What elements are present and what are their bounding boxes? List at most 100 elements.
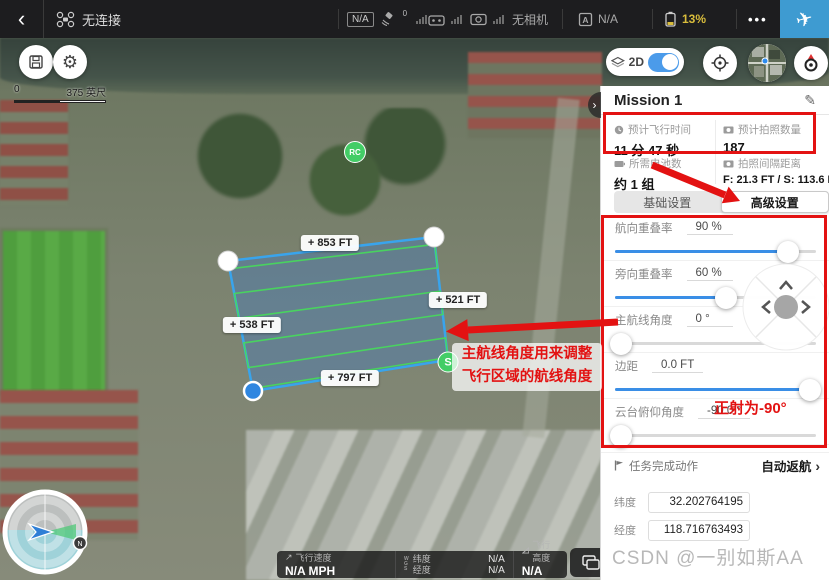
- slider-thumb[interactable]: [610, 425, 632, 447]
- compass-reset-button[interactable]: [794, 46, 828, 80]
- satellite-count: 0: [403, 9, 407, 18]
- flag-icon: [614, 460, 624, 471]
- lng-value: N/A: [488, 565, 505, 576]
- latitude-input[interactable]: 32.202764195: [648, 492, 750, 513]
- longitude-row: 经度 118.716763493: [601, 518, 829, 542]
- 2d-label: 2D: [629, 55, 644, 69]
- save-icon: [28, 54, 44, 70]
- edge-length-label-right: + 521 FT: [429, 292, 487, 308]
- locate-button[interactable]: [703, 46, 737, 80]
- edit-mission-icon[interactable]: ✎: [804, 92, 816, 109]
- telemetry-bar: ↗ 飞行速度 N/A MPH WGS 纬度N/A 经度N/A 飞行高度 N/A …: [277, 551, 567, 578]
- edge-length-label-top: + 853 FT: [301, 235, 359, 251]
- settings-button[interactable]: ⚙: [53, 45, 87, 79]
- edge-length-label-bottom: + 797 FT: [321, 370, 379, 386]
- slider-thumb[interactable]: [715, 287, 737, 309]
- svg-text:A: A: [582, 15, 588, 25]
- slider-thumb[interactable]: [799, 379, 821, 401]
- scale-distance-label: 375 英尺: [67, 84, 106, 99]
- camera-icon: [723, 125, 734, 134]
- aircraft-connection: 无连接: [56, 0, 121, 38]
- slider-value-field[interactable]: 0.0 FT: [652, 359, 703, 373]
- edge-length-label-left: + 538 FT: [223, 317, 281, 333]
- longitude-input[interactable]: 118.716763493: [648, 520, 750, 541]
- ellipsis-icon: •••: [748, 12, 768, 27]
- gear-icon: ⚙: [62, 52, 78, 73]
- altitude-readout: 飞行高度 N/A FT: [513, 551, 567, 578]
- speed-arrow-icon: ↗: [285, 552, 293, 563]
- slider-value-field[interactable]: 0 °: [687, 313, 733, 327]
- compass-icon: [801, 53, 821, 73]
- app-screen: + 853 FT + 521 FT + 538 FT + 797 FT RC S…: [0, 0, 829, 580]
- battery-cluster: 13%: [664, 0, 706, 38]
- connection-status: 无连接: [82, 10, 121, 29]
- mission-panel: › Mission 1 ✎ 预计飞行时间 11 分 47 秒: [600, 86, 829, 580]
- battery-icon: [614, 160, 625, 168]
- stat-battery-count: 所需电池数 约 1 组: [614, 156, 728, 193]
- slider-margin: 边距 0.0 FT: [601, 353, 829, 399]
- map-scale-bar: 0 375 英尺: [14, 84, 106, 103]
- gps-readout: WGS 纬度N/A 经度N/A: [395, 551, 513, 578]
- drone-icon: [56, 11, 75, 28]
- watermark: CSDN @一别如斯AA: [612, 543, 804, 570]
- tab-basic-settings[interactable]: 基础设置: [614, 191, 721, 213]
- airplane-icon: ✈: [793, 5, 816, 33]
- more-menu-button[interactable]: •••: [748, 0, 768, 38]
- map-terrain-patch: [0, 100, 68, 206]
- ortho-note: 正射为-90°: [714, 397, 787, 418]
- remote-controller-icon: [428, 13, 445, 26]
- slider-track[interactable]: [615, 388, 816, 391]
- latitude-row: 纬度 32.202764195: [601, 490, 829, 514]
- finish-action-value: 自动返航: [761, 456, 811, 475]
- altitude-label: 飞行高度: [532, 538, 559, 564]
- altitude-icon: [522, 546, 529, 555]
- slider-thumb[interactable]: [610, 333, 632, 355]
- lat-label: 纬度: [413, 554, 431, 565]
- slider-label: 旁向重叠率: [615, 266, 673, 282]
- slider-label: 航向重叠率: [615, 220, 673, 236]
- takeoff-button[interactable]: ✈: [780, 0, 829, 38]
- layers-icon: [582, 555, 600, 570]
- battery-icon: [664, 11, 677, 27]
- camera-signal-bars: [493, 15, 504, 24]
- minimap-thumbnail[interactable]: [748, 44, 786, 82]
- slider-label: 边距: [615, 358, 638, 374]
- slider-track[interactable]: [615, 250, 816, 253]
- flight-status-icon: A: [578, 12, 593, 27]
- rc-cluster: [428, 0, 462, 38]
- camera-status: 无相机: [512, 11, 548, 28]
- mission-stats: 预计飞行时间 11 分 47 秒 预计拍照数量 187 所需: [601, 116, 829, 188]
- slider-thumb[interactable]: [777, 241, 799, 263]
- slider-value-field[interactable]: 60 %: [687, 267, 733, 281]
- scale-zero-label: 0: [14, 84, 20, 99]
- layers-2d-icon: [611, 56, 625, 69]
- map-sports-field: [0, 228, 108, 396]
- save-mission-button[interactable]: [19, 45, 53, 79]
- finish-action-row[interactable]: 任务完成动作 自动返航 ›: [601, 452, 829, 478]
- tab-advanced-settings[interactable]: 高级设置: [721, 191, 829, 213]
- wgs-icon: WGS: [404, 557, 409, 572]
- attitude-compass: N: [0, 487, 92, 580]
- 2d-switch[interactable]: [648, 53, 679, 72]
- stat-photo-count: 预计拍照数量 187: [723, 122, 829, 155]
- slider-label: 云台俯仰角度: [615, 404, 684, 420]
- battery-percent: 13%: [682, 12, 706, 26]
- latitude-label: 纬度: [614, 494, 640, 510]
- clock-icon: [614, 125, 624, 135]
- camera-icon: [723, 159, 734, 168]
- back-button[interactable]: ‹: [0, 0, 44, 38]
- slider-value-field[interactable]: 90 %: [687, 221, 733, 235]
- nudge-dpad[interactable]: [741, 262, 829, 352]
- slider-track[interactable]: [615, 434, 816, 437]
- map-2d-toggle[interactable]: 2D: [606, 48, 684, 76]
- speed-value: N/A MPH: [285, 564, 387, 578]
- gps-cluster: N/A 0: [347, 0, 427, 38]
- mission-title: Mission 1: [614, 92, 682, 109]
- lng-label: 经度: [413, 565, 431, 576]
- rc-location-marker: RC: [344, 141, 366, 163]
- fc-status-cluster: A N/A: [578, 0, 618, 38]
- settings-tabs: 基础设置 高级设置: [614, 191, 829, 213]
- slider-label: 主航线角度: [615, 312, 673, 328]
- top-status-bar: ‹ 无连接 N/A 0: [0, 0, 829, 38]
- slider-course-overlap: 航向重叠率 90 %: [601, 215, 829, 261]
